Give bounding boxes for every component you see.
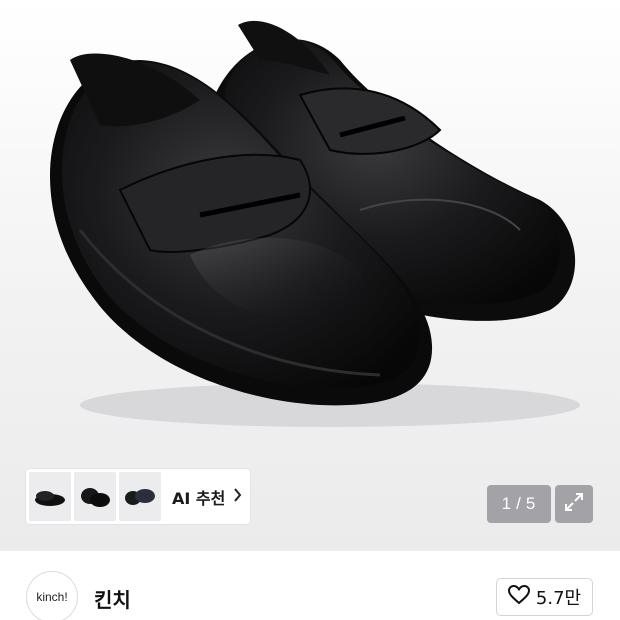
shop-logo-text: kinch! <box>36 590 68 604</box>
shop-logo[interactable]: kinch! <box>26 571 78 620</box>
chevron-right-icon <box>233 487 242 506</box>
counter-separator: / <box>516 494 522 513</box>
ai-recommend-thumbnail[interactable] <box>29 472 71 521</box>
ai-recommend-bar[interactable]: AI 추천 <box>26 469 250 524</box>
image-counter: 1 / 5 <box>487 485 551 523</box>
counter-current: 1 <box>501 494 513 513</box>
ai-recommend-thumbnail[interactable] <box>74 472 116 521</box>
ai-recommend-thumbnail[interactable] <box>119 472 161 521</box>
shop-name[interactable]: 킨치 <box>94 584 131 613</box>
like-button[interactable]: 5.7만 <box>496 578 593 616</box>
counter-total: 5 <box>525 494 537 513</box>
expand-arrows-icon <box>563 491 585 517</box>
expand-image-button[interactable] <box>555 485 593 523</box>
heart-outline-icon <box>507 584 530 610</box>
product-image-gallery[interactable]: AI 추천 1 / 5 <box>0 0 620 551</box>
ai-recommend-label: AI 추천 <box>172 488 226 508</box>
like-count: 5.7만 <box>535 588 582 609</box>
shop-info-row: kinch! 킨치 5.7만 <box>0 551 620 620</box>
